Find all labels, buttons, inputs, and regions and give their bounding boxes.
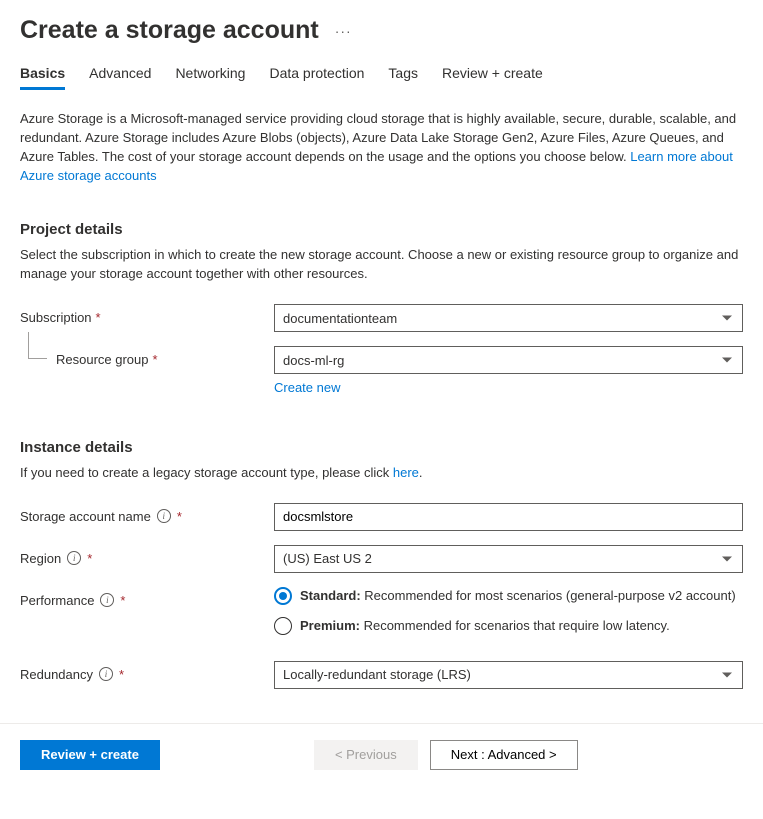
project-details-heading: Project details (20, 221, 743, 238)
performance-premium-option[interactable]: Premium: Recommended for scenarios that … (274, 617, 743, 635)
instance-details-heading: Instance details (20, 439, 743, 456)
radio-icon[interactable] (274, 617, 292, 635)
tab-networking[interactable]: Networking (175, 65, 245, 90)
instance-desc-suffix: . (419, 465, 423, 480)
info-icon[interactable]: i (67, 551, 81, 565)
tab-tags[interactable]: Tags (388, 65, 418, 90)
resource-group-label-text: Resource group (56, 352, 149, 367)
legacy-here-link[interactable]: here (393, 465, 419, 480)
subscription-label: Subscription * (20, 304, 274, 325)
more-actions-icon[interactable]: ··· (335, 23, 352, 39)
footer-bar: Review + create < Previous Next : Advanc… (0, 723, 763, 786)
review-create-button[interactable]: Review + create (20, 740, 160, 770)
next-button[interactable]: Next : Advanced > (430, 740, 578, 770)
performance-label: Performance i * (20, 587, 274, 608)
info-icon[interactable]: i (100, 593, 114, 607)
required-mark: * (96, 310, 101, 325)
performance-standard-option[interactable]: Standard: Recommended for most scenarios… (274, 587, 743, 605)
redundancy-label-text: Redundancy (20, 667, 93, 682)
region-select[interactable]: (US) East US 2 (274, 545, 743, 573)
subscription-label-text: Subscription (20, 310, 92, 325)
resource-group-label: Resource group * (20, 346, 274, 367)
info-icon[interactable]: i (99, 667, 113, 681)
instance-desc-prefix: If you need to create a legacy storage a… (20, 465, 393, 480)
tab-review-create[interactable]: Review + create (442, 65, 543, 90)
subscription-value: documentationteam (283, 311, 397, 326)
create-new-rg-link[interactable]: Create new (274, 380, 340, 395)
storage-name-input[interactable] (274, 503, 743, 531)
redundancy-value: Locally-redundant storage (LRS) (283, 667, 471, 682)
required-mark: * (120, 593, 125, 608)
resource-group-select[interactable]: docs-ml-rg (274, 346, 743, 374)
info-icon[interactable]: i (157, 509, 171, 523)
page-title: Create a storage account (20, 16, 319, 45)
redundancy-label: Redundancy i * (20, 661, 274, 682)
required-mark: * (177, 509, 182, 524)
performance-label-text: Performance (20, 593, 94, 608)
storage-name-label: Storage account name i * (20, 503, 274, 524)
required-mark: * (87, 551, 92, 566)
intro-body: Azure Storage is a Microsoft-managed ser… (20, 111, 736, 164)
required-mark: * (119, 667, 124, 682)
tab-data-protection[interactable]: Data protection (269, 65, 364, 90)
tab-basics[interactable]: Basics (20, 65, 65, 90)
region-label: Region i * (20, 545, 274, 566)
required-mark: * (153, 352, 158, 367)
previous-button: < Previous (314, 740, 418, 770)
tabs-bar: Basics Advanced Networking Data protecti… (20, 65, 743, 90)
region-value: (US) East US 2 (283, 551, 372, 566)
redundancy-select[interactable]: Locally-redundant storage (LRS) (274, 661, 743, 689)
intro-text: Azure Storage is a Microsoft-managed ser… (20, 110, 743, 185)
instance-details-desc: If you need to create a legacy storage a… (20, 464, 743, 483)
radio-icon[interactable] (274, 587, 292, 605)
region-label-text: Region (20, 551, 61, 566)
tab-advanced[interactable]: Advanced (89, 65, 151, 90)
storage-name-label-text: Storage account name (20, 509, 151, 524)
resource-group-value: docs-ml-rg (283, 353, 344, 368)
performance-standard-label: Standard: Recommended for most scenarios… (300, 588, 736, 603)
subscription-select[interactable]: documentationteam (274, 304, 743, 332)
project-details-desc: Select the subscription in which to crea… (20, 246, 743, 284)
performance-premium-label: Premium: Recommended for scenarios that … (300, 618, 670, 633)
